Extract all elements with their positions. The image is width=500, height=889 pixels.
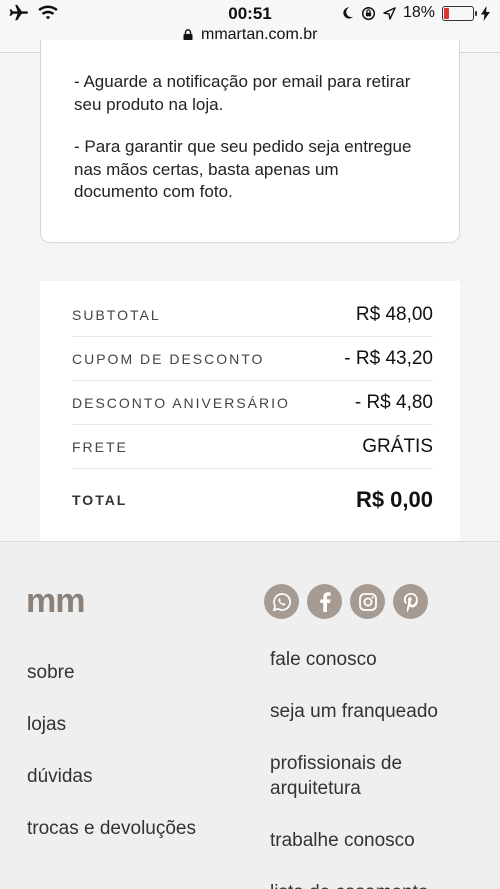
instagram-icon[interactable] [350,584,385,619]
row-label: SUBTOTAL [72,306,161,323]
row-label: FRETE [72,438,128,455]
brand-logo[interactable]: mm [26,582,85,621]
footer-links-left: sobre lojas dúvidas trocas e devoluções [27,660,227,868]
footer-link-faq[interactable]: dúvidas [27,764,227,789]
footer-link-wedding-list[interactable]: lista de casamento [270,880,495,889]
moon-icon [343,7,354,19]
totals-row-subtotal: SUBTOTAL R$ 48,00 [72,293,433,337]
totals-row-birthday-discount: DESCONTO ANIVERSÁRIO - R$ 4,80 [72,381,433,425]
info-paragraph: - Aguarde a notificação por email para r… [74,72,411,114]
footer-link-architects[interactable]: profissionais de arquitetura [270,751,495,801]
status-right: 18% [341,4,490,22]
location-icon [383,6,396,20]
rotation-lock-icon [361,6,376,20]
battery-percent: 18% [402,4,435,21]
social-links [264,584,428,619]
totals-row-shipping: FRETE GRÁTIS [72,425,433,469]
battery-icon [442,5,477,21]
charging-bolt-icon [481,5,490,21]
footer-link-returns[interactable]: trocas e devoluções [27,816,227,841]
footer-link-stores[interactable]: lojas [27,712,227,737]
row-label: CUPOM DE DESCONTO [72,350,265,367]
total-label: TOTAL [72,492,128,508]
total-value: R$ 0,00 [355,487,433,512]
row-value: - R$ 4,80 [354,391,433,413]
battery-fill [444,7,450,19]
totals-row-total: TOTAL R$ 0,00 [72,469,433,531]
footer-link-franchise[interactable]: seja um franqueado [270,699,495,724]
order-totals: SUBTOTAL R$ 48,00 CUPOM DE DESCONTO - R$… [40,281,460,541]
row-value: R$ 48,00 [355,303,433,325]
row-value: - R$ 43,20 [344,347,433,369]
footer-link-about[interactable]: sobre [27,660,227,685]
footer: mm sobre lojas dúvidas trocas e devoluçõ… [0,541,500,889]
info-paragraph: - Para garantir que seu pedido seja entr… [74,137,412,201]
totals-row-coupon: CUPOM DE DESCONTO - R$ 43,20 [72,337,433,381]
pinterest-icon[interactable] [393,584,428,619]
row-label: DESCONTO ANIVERSÁRIO [72,394,290,411]
row-value: GRÁTIS [362,435,433,457]
pickup-info-box: - Aguarde a notificação por email para r… [40,40,460,243]
facebook-icon[interactable] [307,584,342,619]
footer-link-careers[interactable]: trabalhe conosco [270,828,495,853]
whatsapp-icon[interactable] [264,584,299,619]
footer-link-contact[interactable]: fale conosco [270,647,495,672]
footer-links-right: fale conosco seja um franqueado profissi… [270,647,495,889]
